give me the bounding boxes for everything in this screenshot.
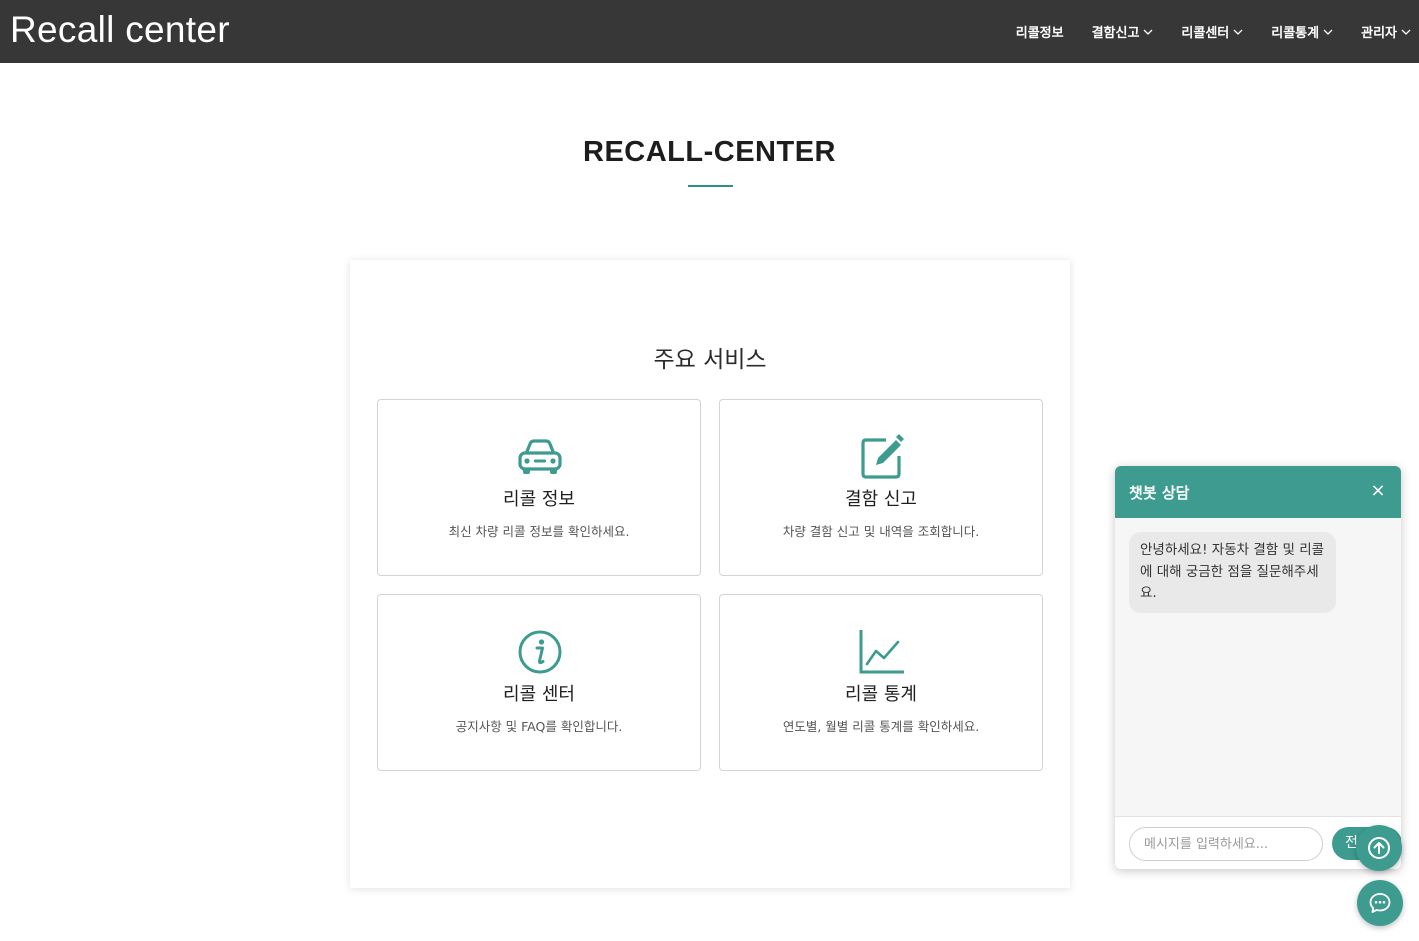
nav-label: 관리자 [1361, 26, 1397, 41]
brand-logo[interactable]: Recall center [10, 9, 230, 51]
chat-bubble-icon [1369, 893, 1391, 913]
nav-label: 리콜정보 [1015, 26, 1064, 41]
nav-recall-center[interactable]: 리콜센터 [1181, 22, 1243, 41]
arrow-up-circle-icon [1368, 837, 1390, 859]
service-card-recall-info[interactable]: 리콜 정보 최신 차량 리콜 정보를 확인하세요. [377, 399, 701, 576]
edit-icon [861, 434, 904, 479]
chat-bot-message: 안녕하세요! 자동차 결함 및 리콜에 대해 궁금한 점을 질문해주세요. [1129, 532, 1336, 613]
close-icon[interactable]: × [1369, 482, 1387, 500]
service-desc: 최신 차량 리콜 정보를 확인하세요. [448, 524, 630, 539]
services-panel: 주요 서비스 리콜 정보 최신 차량 리콜 정보를 확인하세요. 결함 신고 차… [350, 260, 1070, 888]
service-desc: 공지사항 및 FAQ를 확인합니다. [455, 719, 623, 734]
services-heading: 주요 서비스 [653, 347, 767, 373]
service-card-recall-stats[interactable]: 리콜 통계 연도별, 월별 리콜 통계를 확인하세요. [719, 594, 1043, 771]
service-desc: 연도별, 월별 리콜 통계를 확인하세요. [782, 719, 980, 734]
title-underline [688, 185, 733, 187]
chatbot-toggle-button[interactable] [1357, 880, 1403, 926]
top-navbar: Recall center 리콜정보 결함신고 리콜센터 리콜통계 관리자 [0, 0, 1419, 63]
chat-header: 챗봇 상담 × [1115, 466, 1401, 518]
chat-title: 챗봇 상담 [1129, 484, 1190, 502]
nav-recall-info[interactable]: 리콜정보 [1016, 22, 1064, 41]
nav-defect-report[interactable]: 결함신고 [1092, 22, 1154, 41]
chat-message-input[interactable] [1129, 827, 1323, 861]
nav-label: 결함신고 [1091, 26, 1140, 41]
service-title: 결함 신고 [845, 489, 917, 510]
nav-label: 리콜센터 [1181, 26, 1230, 41]
chevron-down-icon [1401, 29, 1411, 35]
car-icon [518, 439, 562, 474]
nav-label: 리콜통계 [1271, 26, 1320, 41]
service-title: 리콜 센터 [503, 684, 575, 705]
info-icon [518, 630, 562, 674]
service-card-recall-center[interactable]: 리콜 센터 공지사항 및 FAQ를 확인합니다. [377, 594, 701, 771]
chatbot-window: 챗봇 상담 × 안녕하세요! 자동차 결함 및 리콜에 대해 궁금한 점을 질문… [1115, 466, 1401, 869]
scroll-top-button[interactable] [1356, 825, 1402, 871]
nav-admin[interactable]: 관리자 [1361, 22, 1411, 41]
chevron-down-icon [1233, 29, 1243, 35]
page-title: RECALL-CENTER [583, 136, 836, 168]
service-desc: 차량 결함 신고 및 내역을 조회합니다. [782, 524, 980, 539]
service-title: 리콜 정보 [503, 489, 575, 510]
line-chart-icon [859, 630, 904, 674]
service-card-defect-report[interactable]: 결함 신고 차량 결함 신고 및 내역을 조회합니다. [719, 399, 1043, 576]
chevron-down-icon [1323, 29, 1333, 35]
chevron-down-icon [1143, 29, 1153, 35]
main-nav: 리콜정보 결함신고 리콜센터 리콜통계 관리자 [988, 0, 1411, 63]
service-title: 리콜 통계 [845, 684, 917, 705]
nav-recall-stats[interactable]: 리콜통계 [1271, 22, 1333, 41]
